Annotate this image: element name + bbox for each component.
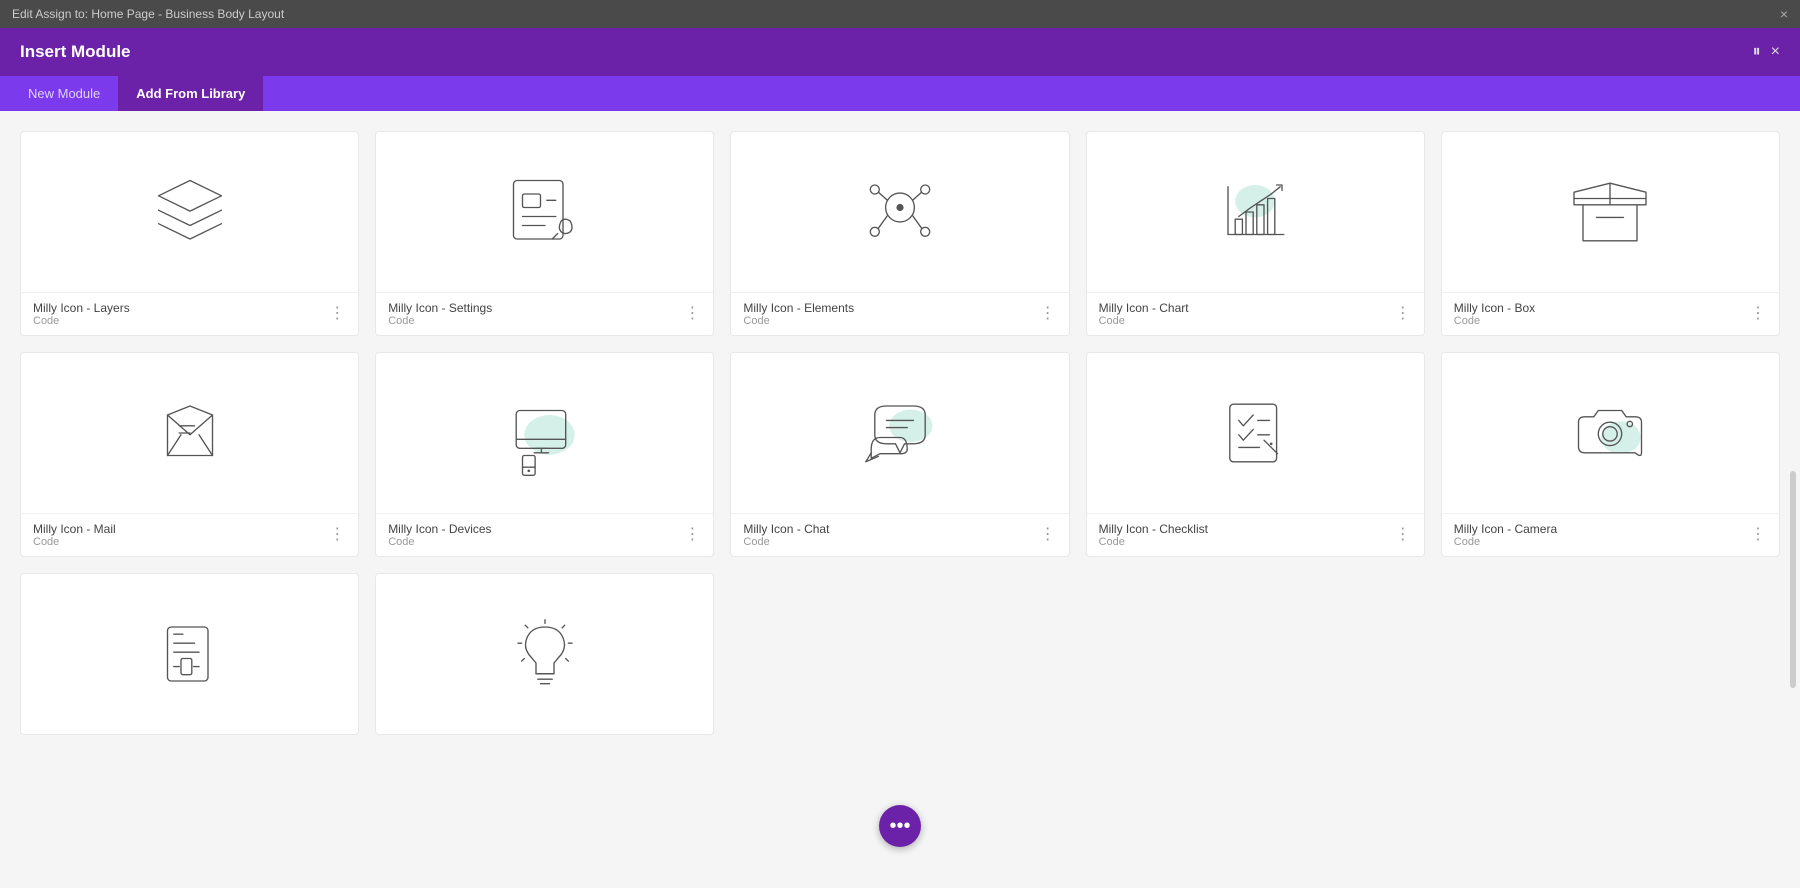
modal-header: Insert Module ⏸ × bbox=[0, 28, 1800, 76]
card-footer-settings: Milly Icon - Settings Code ⋮ bbox=[376, 292, 713, 335]
card-footer-elements: Milly Icon - Elements Code ⋮ bbox=[731, 292, 1068, 335]
checklist-icon bbox=[1210, 388, 1300, 478]
card-name-devices: Milly Icon - Devices bbox=[388, 522, 491, 536]
card-icon-area-layers bbox=[21, 132, 358, 292]
card-icon-area-design bbox=[21, 574, 358, 734]
card-type-layers: Code bbox=[33, 315, 130, 327]
card-menu-layers[interactable]: ⋮ bbox=[329, 306, 346, 322]
card-name-settings: Milly Icon - Settings bbox=[388, 301, 492, 315]
card-icon-area-chart bbox=[1087, 132, 1424, 292]
card-menu-settings[interactable]: ⋮ bbox=[684, 306, 701, 322]
card-type-chat: Code bbox=[743, 536, 829, 548]
card-elements[interactable]: Milly Icon - Elements Code ⋮ bbox=[730, 131, 1069, 336]
card-menu-mail[interactable]: ⋮ bbox=[329, 527, 346, 543]
card-icon-area-settings bbox=[376, 132, 713, 292]
card-settings[interactable]: Milly Icon - Settings Code ⋮ bbox=[375, 131, 714, 336]
card-footer-box: Milly Icon - Box Code ⋮ bbox=[1442, 292, 1779, 335]
card-name-elements: Milly Icon - Elements bbox=[743, 301, 854, 315]
card-footer-mail: Milly Icon - Mail Code ⋮ bbox=[21, 513, 358, 556]
card-name-camera: Milly Icon - Camera bbox=[1454, 522, 1557, 536]
card-icon-area-checklist bbox=[1087, 353, 1424, 513]
devices-icon bbox=[500, 388, 590, 478]
settings-icon bbox=[500, 167, 590, 257]
card-chart[interactable]: Milly Icon - Chart Code ⋮ bbox=[1086, 131, 1425, 336]
card-name-checklist: Milly Icon - Checklist bbox=[1099, 522, 1208, 536]
design-icon bbox=[145, 609, 235, 699]
card-type-mail: Code bbox=[33, 536, 116, 548]
card-name-chat: Milly Icon - Chat bbox=[743, 522, 829, 536]
card-menu-elements[interactable]: ⋮ bbox=[1040, 306, 1057, 322]
modal-title: Insert Module bbox=[20, 42, 131, 62]
card-layers[interactable]: Milly Icon - Layers Code ⋮ bbox=[20, 131, 359, 336]
card-type-box: Code bbox=[1454, 315, 1535, 327]
card-box[interactable]: Milly Icon - Box Code ⋮ bbox=[1441, 131, 1780, 336]
card-menu-camera[interactable]: ⋮ bbox=[1750, 527, 1767, 543]
card-type-settings: Code bbox=[388, 315, 492, 327]
card-type-camera: Code bbox=[1454, 536, 1557, 548]
card-footer-layers: Milly Icon - Layers Code ⋮ bbox=[21, 292, 358, 335]
card-icon-area-idea bbox=[376, 574, 713, 734]
tab-new-module[interactable]: New Module bbox=[10, 76, 118, 111]
modal-close-button[interactable]: × bbox=[1771, 43, 1780, 61]
card-icon-area-camera bbox=[1442, 353, 1779, 513]
card-name-mail: Milly Icon - Mail bbox=[33, 522, 116, 536]
card-type-devices: Code bbox=[388, 536, 491, 548]
card-menu-checklist[interactable]: ⋮ bbox=[1395, 527, 1412, 543]
card-type-chart: Code bbox=[1099, 315, 1189, 327]
card-chat[interactable]: Milly Icon - Chat Code ⋮ bbox=[730, 352, 1069, 557]
card-footer-devices: Milly Icon - Devices Code ⋮ bbox=[376, 513, 713, 556]
card-menu-chart[interactable]: ⋮ bbox=[1395, 306, 1412, 322]
module-grid: Milly Icon - Layers Code ⋮ bbox=[20, 131, 1780, 735]
modal: Insert Module ⏸ × New Module Add From Li… bbox=[0, 28, 1800, 888]
card-idea[interactable] bbox=[375, 573, 714, 735]
tab-add-from-library[interactable]: Add From Library bbox=[118, 76, 263, 111]
title-bar-text: Edit Assign to: Home Page - Business Bod… bbox=[12, 7, 284, 21]
chart-icon bbox=[1210, 167, 1300, 257]
card-menu-box[interactable]: ⋮ bbox=[1750, 306, 1767, 322]
card-footer-chart: Milly Icon - Chart Code ⋮ bbox=[1087, 292, 1424, 335]
card-type-checklist: Code bbox=[1099, 536, 1208, 548]
pause-button[interactable]: ⏸ bbox=[1753, 43, 1761, 61]
card-footer-chat: Milly Icon - Chat Code ⋮ bbox=[731, 513, 1068, 556]
card-name-chart: Milly Icon - Chart bbox=[1099, 301, 1189, 315]
scrollbar[interactable] bbox=[1790, 471, 1796, 688]
card-menu-devices[interactable]: ⋮ bbox=[684, 527, 701, 543]
card-name-layers: Milly Icon - Layers bbox=[33, 301, 130, 315]
card-footer-checklist: Milly Icon - Checklist Code ⋮ bbox=[1087, 513, 1424, 556]
card-icon-area-mail bbox=[21, 353, 358, 513]
modal-header-actions: ⏸ × bbox=[1753, 43, 1780, 61]
card-devices[interactable]: Milly Icon - Devices Code ⋮ bbox=[375, 352, 714, 557]
card-design[interactable] bbox=[20, 573, 359, 735]
layers-icon bbox=[145, 167, 235, 257]
card-mail[interactable]: Milly Icon - Mail Code ⋮ bbox=[20, 352, 359, 557]
camera-icon bbox=[1565, 388, 1655, 478]
elements-icon bbox=[855, 167, 945, 257]
card-icon-area-elements bbox=[731, 132, 1068, 292]
card-checklist[interactable]: Milly Icon - Checklist Code ⋮ bbox=[1086, 352, 1425, 557]
idea-icon bbox=[500, 609, 590, 699]
card-menu-chat[interactable]: ⋮ bbox=[1040, 527, 1057, 543]
tabs-bar: New Module Add From Library bbox=[0, 76, 1800, 111]
card-icon-area-box bbox=[1442, 132, 1779, 292]
card-name-box: Milly Icon - Box bbox=[1454, 301, 1535, 315]
card-icon-area-chat bbox=[731, 353, 1068, 513]
more-options-button[interactable]: ••• bbox=[879, 805, 921, 847]
title-bar: Edit Assign to: Home Page - Business Bod… bbox=[0, 0, 1800, 28]
title-bar-close[interactable]: × bbox=[1780, 6, 1788, 22]
box-icon bbox=[1565, 167, 1655, 257]
mail-icon bbox=[145, 388, 235, 478]
card-camera[interactable]: Milly Icon - Camera Code ⋮ bbox=[1441, 352, 1780, 557]
card-footer-camera: Milly Icon - Camera Code ⋮ bbox=[1442, 513, 1779, 556]
card-icon-area-devices bbox=[376, 353, 713, 513]
chat-icon bbox=[855, 388, 945, 478]
card-type-elements: Code bbox=[743, 315, 854, 327]
module-grid-content: Milly Icon - Layers Code ⋮ bbox=[0, 111, 1800, 888]
